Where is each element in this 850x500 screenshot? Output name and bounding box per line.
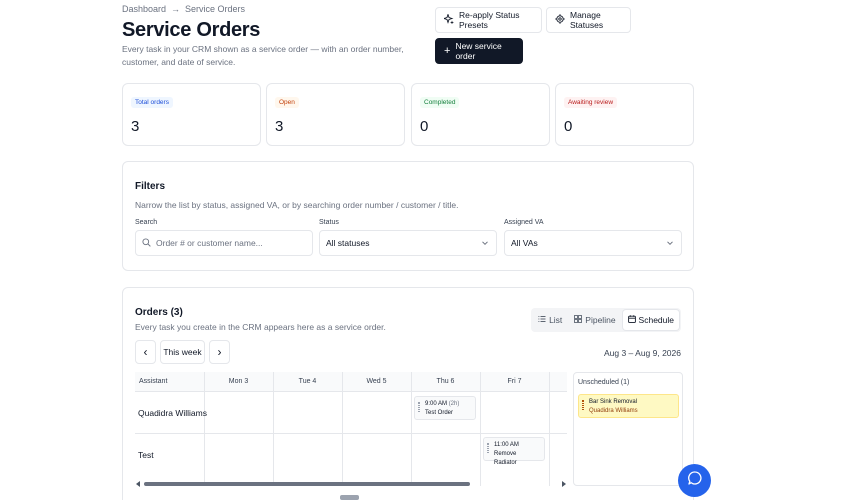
unscheduled-order-assignee: Quadidra Williams	[589, 407, 638, 414]
unscheduled-title: Unscheduled (1)	[578, 379, 630, 386]
list-icon	[538, 315, 546, 325]
horizontal-scrollbar[interactable]	[135, 476, 567, 487]
chat-bubble-icon	[687, 470, 703, 491]
stat-card-total: Total orders 3	[122, 83, 261, 146]
reapply-status-presets-button[interactable]: Re-apply Status Presets	[435, 7, 542, 33]
search-field[interactable]	[135, 230, 313, 256]
new-label: New service order	[455, 41, 502, 61]
breadcrumb-dashboard[interactable]: Dashboard	[122, 4, 166, 14]
event-duration: (2h)	[448, 401, 460, 407]
va-label: Assigned VA	[504, 219, 544, 226]
filters-subtitle: Narrow the list by status, assigned VA, …	[135, 200, 459, 210]
assistant-name: Test	[138, 450, 154, 460]
column-header-day: Wed 5	[366, 378, 387, 385]
filters-panel: Filters Narrow the list by status, assig…	[122, 161, 694, 271]
column-header-day: Mon 3	[228, 378, 249, 385]
chevron-down-icon	[481, 239, 489, 249]
va-select[interactable]: All VAs	[504, 230, 682, 256]
resize-handle[interactable]	[340, 495, 359, 500]
prev-week-button[interactable]: ‹	[135, 340, 156, 364]
next-week-button[interactable]: ›	[209, 340, 230, 364]
scheduled-order-card[interactable]: 11:00 AM Remove Radiator	[483, 437, 545, 466]
chat-button[interactable]	[678, 464, 711, 497]
view-list-label: List	[549, 315, 563, 325]
drag-handle-icon[interactable]	[582, 400, 584, 410]
event-time: 9:00 AM	[425, 401, 448, 407]
view-toggle: List Pipeline Schedule	[531, 308, 681, 332]
kanban-icon	[574, 315, 583, 325]
schedule-grid: Assistant Mon 3 Tue 4 Wed 5 Thu 6 Fri 7 …	[135, 372, 567, 486]
status-select[interactable]: All statuses	[319, 230, 497, 256]
breadcrumb-current: Service Orders	[185, 4, 246, 14]
status-label: Status	[319, 219, 339, 226]
stat-value: 0	[420, 118, 429, 135]
stat-badge: Open	[275, 97, 299, 108]
date-range: Aug 3 – Aug 9, 2026	[603, 348, 681, 358]
orders-subtitle: Every task you create in the CRM appears…	[135, 322, 386, 332]
event-time: 11:00 AM	[494, 442, 519, 448]
new-service-order-button[interactable]: + New service order	[435, 38, 523, 64]
stat-value: 3	[275, 118, 284, 135]
manage-label: Manage Statuses	[570, 10, 604, 30]
status-value: All statuses	[326, 238, 370, 248]
unscheduled-order-card[interactable]: Bar Sink Removal Quadidra Williams	[578, 394, 679, 418]
plus-icon: +	[444, 45, 451, 57]
unscheduled-order-title: Bar Sink Removal	[589, 399, 638, 405]
stat-badge: Awaiting review	[564, 97, 618, 108]
manage-statuses-button[interactable]: Manage Statuses	[546, 7, 631, 33]
search-icon	[142, 237, 151, 249]
stat-card-open: Open 3	[266, 83, 405, 146]
search-input[interactable]	[156, 238, 306, 248]
unscheduled-panel: Unscheduled (1) Bar Sink Removal Quadidr…	[573, 372, 683, 486]
reapply-label: Re-apply Status Presets	[459, 10, 520, 30]
stat-badge: Completed	[420, 97, 460, 108]
calendar-icon	[627, 315, 636, 325]
filters-title: Filters	[135, 181, 166, 192]
column-header-assistant: Assistant	[139, 378, 168, 385]
chevron-down-icon	[666, 239, 674, 249]
stat-badge: Total orders	[131, 97, 173, 108]
view-pipeline-button[interactable]: Pipeline	[569, 310, 620, 330]
drag-handle-icon[interactable]	[418, 402, 420, 412]
event-title: Test Order	[425, 410, 454, 416]
breadcrumb-separator: →	[171, 4, 181, 14]
chevron-left-icon: ‹	[143, 345, 148, 359]
column-header-day: Tue 4	[298, 378, 317, 385]
stat-value: 3	[131, 118, 140, 135]
orders-panel: Orders (3) Every task you create in the …	[122, 287, 694, 500]
stat-card-completed: Completed 0	[411, 83, 550, 146]
stat-value: 0	[564, 118, 573, 135]
gear-icon	[555, 14, 565, 26]
event-title: Remove Radiator	[494, 451, 517, 466]
chevron-right-icon: ›	[217, 345, 222, 359]
assistant-name: Quadidra Williams	[138, 408, 207, 418]
view-schedule-label: Schedule	[638, 315, 674, 325]
va-value: All VAs	[511, 238, 538, 248]
scheduled-order-card[interactable]: 9:00 AM (2h) Test Order	[414, 396, 476, 420]
this-week-label: This week	[163, 347, 202, 357]
column-header-day: Fri 7	[507, 378, 522, 385]
column-header-day: Thu 6	[436, 378, 455, 385]
search-label: Search	[135, 219, 158, 226]
view-list-button[interactable]: List	[533, 310, 567, 330]
page-title: Service Orders	[122, 19, 261, 41]
stat-card-awaiting-review: Awaiting review 0	[555, 83, 694, 146]
this-week-button[interactable]: This week	[160, 340, 205, 364]
view-pipeline-label: Pipeline	[585, 315, 616, 325]
orders-title: Orders (3)	[135, 307, 183, 318]
drag-handle-icon[interactable]	[487, 443, 489, 453]
breadcrumb: Dashboard → Service Orders	[122, 4, 245, 14]
view-schedule-button[interactable]: Schedule	[622, 310, 679, 330]
sparkle-icon	[442, 13, 454, 26]
page-subtitle: Every task in your CRM shown as a servic…	[122, 44, 404, 67]
